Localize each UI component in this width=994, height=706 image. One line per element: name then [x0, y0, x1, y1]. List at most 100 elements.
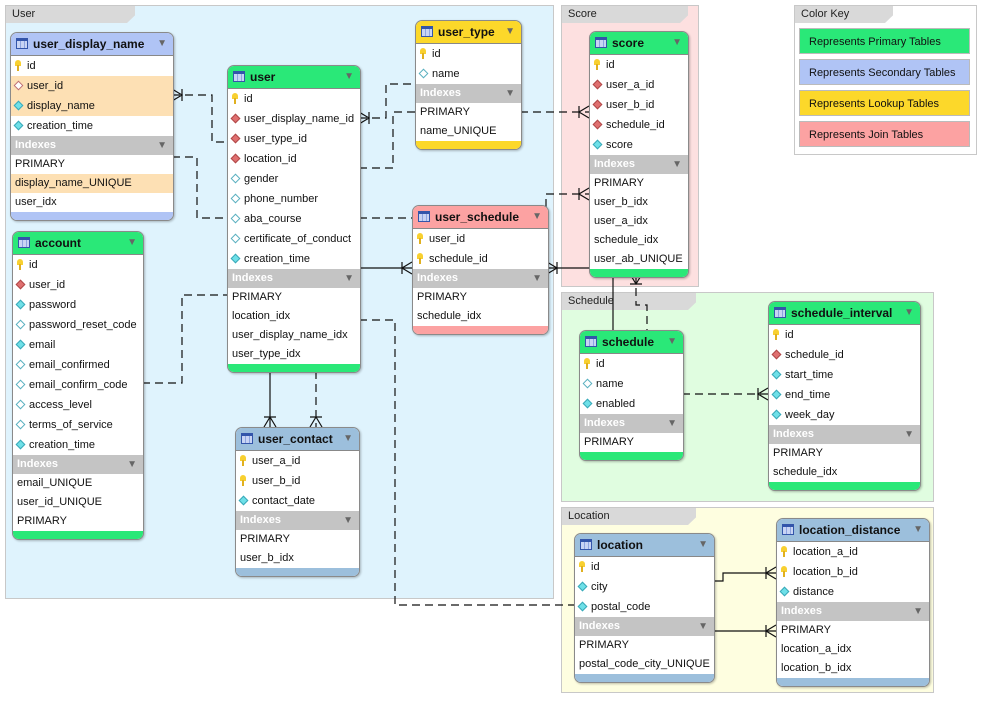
column-row[interactable]: user_b_id: [236, 471, 359, 491]
index-row[interactable]: user_b_idx: [590, 193, 688, 212]
indexes-header[interactable]: Indexes ▼: [13, 455, 143, 474]
index-row[interactable]: PRIMARY: [413, 288, 548, 307]
index-row[interactable]: PRIMARY: [590, 174, 688, 193]
table-header[interactable]: location ▼: [575, 534, 714, 557]
index-row[interactable]: PRIMARY: [580, 433, 683, 452]
relationship-userschedule-score-b[interactable]: [545, 193, 589, 220]
column-row[interactable]: user_id: [413, 229, 548, 249]
index-row[interactable]: PRIMARY: [236, 530, 359, 549]
collapse-arrow-icon[interactable]: ▼: [344, 66, 354, 88]
relationship-user-usertype[interactable]: [359, 83, 415, 119]
column-row[interactable]: id: [11, 56, 173, 76]
index-row[interactable]: PRIMARY: [575, 636, 714, 655]
column-row[interactable]: schedule_id: [769, 345, 920, 365]
column-row[interactable]: location_b_id: [777, 562, 929, 582]
collapse-arrow-icon[interactable]: ▼: [127, 455, 137, 474]
index-row[interactable]: schedule_idx: [590, 231, 688, 250]
collapse-arrow-icon[interactable]: ▼: [505, 84, 515, 103]
collapse-arrow-icon[interactable]: ▼: [157, 136, 167, 155]
table-user_display_name[interactable]: user_display_name ▼ id user_id display_name c…: [10, 32, 174, 221]
indexes-header[interactable]: Indexes ▼: [580, 414, 683, 433]
table-header[interactable]: location_distance ▼: [777, 519, 929, 542]
index-row[interactable]: user_a_idx: [590, 212, 688, 231]
collapse-arrow-icon[interactable]: ▼: [343, 511, 353, 530]
index-row[interactable]: user_idx: [11, 193, 173, 212]
index-row[interactable]: PRIMARY: [13, 512, 143, 531]
column-row[interactable]: phone_number: [228, 189, 360, 209]
indexes-header[interactable]: Indexes ▼: [416, 84, 521, 103]
column-row[interactable]: schedule_id: [413, 249, 548, 269]
collapse-arrow-icon[interactable]: ▼: [904, 302, 914, 324]
column-row[interactable]: creation_time: [11, 116, 173, 136]
column-row[interactable]: location_id: [228, 149, 360, 169]
table-header[interactable]: user_display_name ▼: [11, 33, 173, 56]
index-row[interactable]: PRIMARY: [228, 288, 360, 307]
column-row[interactable]: email: [13, 335, 143, 355]
index-row[interactable]: location_idx: [228, 307, 360, 326]
relationship-score-schedule-b[interactable]: [635, 275, 648, 330]
table-user_schedule[interactable]: user_schedule ▼ user_id schedule_id Indexes ▼…: [412, 205, 549, 335]
table-user_contact[interactable]: user_contact ▼ user_a_id user_b_id contact_d…: [235, 427, 360, 577]
index-row[interactable]: name_UNIQUE: [416, 122, 521, 141]
indexes-header[interactable]: Indexes ▼: [236, 511, 359, 530]
column-row[interactable]: user_display_name_id: [228, 109, 360, 129]
table-schedule[interactable]: schedule ▼ id name enabled Indexes ▼ PRIMARY: [579, 330, 684, 461]
column-row[interactable]: aba_course: [228, 209, 360, 229]
collapse-arrow-icon[interactable]: ▼: [913, 519, 923, 541]
indexes-header[interactable]: Indexes ▼: [769, 425, 920, 444]
index-row[interactable]: user_type_idx: [228, 345, 360, 364]
collapse-arrow-icon[interactable]: ▼: [157, 33, 167, 55]
column-row[interactable]: user_b_id: [590, 95, 688, 115]
index-row[interactable]: display_name_UNIQUE: [11, 174, 173, 193]
collapse-arrow-icon[interactable]: ▼: [343, 428, 353, 450]
column-row[interactable]: id: [575, 557, 714, 577]
indexes-header[interactable]: Indexes ▼: [575, 617, 714, 636]
collapse-arrow-icon[interactable]: ▼: [672, 32, 682, 54]
table-header[interactable]: user_type ▼: [416, 21, 521, 44]
table-account[interactable]: account ▼ id user_id password password_reset_…: [12, 231, 144, 540]
collapse-arrow-icon[interactable]: ▼: [904, 425, 914, 444]
index-row[interactable]: user_ab_UNIQUE: [590, 250, 688, 269]
column-row[interactable]: start_time: [769, 365, 920, 385]
column-row[interactable]: gender: [228, 169, 360, 189]
collapse-arrow-icon[interactable]: ▼: [532, 206, 542, 228]
column-row[interactable]: user_a_id: [590, 75, 688, 95]
indexes-header[interactable]: Indexes ▼: [777, 602, 929, 621]
column-row[interactable]: email_confirmed: [13, 355, 143, 375]
column-row[interactable]: name: [580, 374, 683, 394]
column-row[interactable]: user_a_id: [236, 451, 359, 471]
relationship-user-location[interactable]: [359, 319, 574, 606]
relationship-account-user[interactable]: [142, 294, 227, 384]
column-row[interactable]: contact_date: [236, 491, 359, 511]
column-row[interactable]: week_day: [769, 405, 920, 425]
column-row[interactable]: city: [575, 577, 714, 597]
collapse-arrow-icon[interactable]: ▼: [667, 414, 677, 433]
index-row[interactable]: location_b_idx: [777, 659, 929, 678]
relationship-user-score-a[interactable]: [359, 111, 415, 169]
index-row[interactable]: email_UNIQUE: [13, 474, 143, 493]
index-row[interactable]: user_id_UNIQUE: [13, 493, 143, 512]
column-row[interactable]: id: [580, 354, 683, 374]
column-row[interactable]: creation_time: [228, 249, 360, 269]
table-header[interactable]: schedule ▼: [580, 331, 683, 354]
index-row[interactable]: PRIMARY: [416, 103, 521, 122]
table-location[interactable]: location ▼ id city postal_code Indexes ▼ PRIMAR…: [574, 533, 715, 683]
table-score[interactable]: score ▼ id user_a_id user_b_id schedule_id sco…: [589, 31, 689, 278]
column-row[interactable]: display_name: [11, 96, 173, 116]
index-row[interactable]: schedule_idx: [413, 307, 548, 326]
column-row[interactable]: terms_of_service: [13, 415, 143, 435]
column-row[interactable]: id: [416, 44, 521, 64]
column-row[interactable]: email_confirm_code: [13, 375, 143, 395]
index-row[interactable]: schedule_idx: [769, 463, 920, 482]
column-row[interactable]: enabled: [580, 394, 683, 414]
table-header[interactable]: user_contact ▼: [236, 428, 359, 451]
column-row[interactable]: creation_time: [13, 435, 143, 455]
collapse-arrow-icon[interactable]: ▼: [505, 21, 515, 43]
column-row[interactable]: location_a_id: [777, 542, 929, 562]
relationship-udn-user-b[interactable]: [172, 156, 227, 219]
column-row[interactable]: id: [228, 89, 360, 109]
collapse-arrow-icon[interactable]: ▼: [127, 232, 137, 254]
column-row[interactable]: distance: [777, 582, 929, 602]
column-row[interactable]: id: [769, 325, 920, 345]
collapse-arrow-icon[interactable]: ▼: [532, 269, 542, 288]
